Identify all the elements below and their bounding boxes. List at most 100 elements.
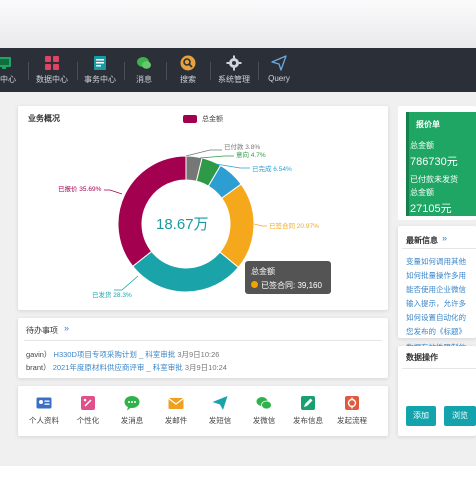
- nav-item-search[interactable]: 搜索: [168, 48, 208, 92]
- quick-action-send-wechat[interactable]: 发微信: [244, 395, 284, 426]
- slice-label-signed: 已签合同 20.97%: [269, 223, 319, 230]
- todo-row[interactable]: brant） 2021年度原材料供应商评审 _ 科室审批 3月9日10:24: [26, 362, 227, 373]
- paper-plane-icon: [271, 55, 287, 71]
- id-card-icon: [36, 397, 52, 409]
- nav-divider: [166, 62, 167, 80]
- edit-icon: [301, 396, 315, 410]
- nav-item-label: 消息: [136, 75, 152, 84]
- nav-item-label: 事务中心: [84, 75, 116, 84]
- label-leader-line: [104, 189, 123, 195]
- quick-action-label: 个人资料: [29, 416, 59, 425]
- slice-label-quoted: 已报价 35.69%: [58, 186, 102, 193]
- chevron-right-icon[interactable]: »: [442, 233, 447, 243]
- news-item[interactable]: 您发布的《标题》: [406, 326, 466, 337]
- quick-action-label: 发起流程: [337, 416, 367, 425]
- todo-date: 3月9日10:24: [184, 363, 227, 372]
- slice-label-completed: 已完成 6.54%: [252, 166, 292, 173]
- nav-item-messages[interactable]: 消息: [124, 48, 164, 92]
- divider: [402, 248, 476, 249]
- nav-item-label: 搜索: [180, 75, 196, 84]
- nav-item-label: 系统管理: [218, 75, 250, 84]
- notebook-icon: [94, 56, 106, 70]
- quick-action-profile[interactable]: 个人资料: [24, 395, 64, 426]
- label-leader-line: [199, 155, 234, 159]
- accent-bar: [406, 112, 409, 216]
- divider: [24, 340, 382, 341]
- monitor-icon: [0, 57, 11, 69]
- quote-amount-value: 27105元: [410, 203, 452, 215]
- nav-item-label: Query: [268, 74, 290, 83]
- chat-icon: [137, 57, 151, 69]
- label-leader-line: [253, 223, 267, 227]
- quick-action-send-sms[interactable]: 发短信: [200, 395, 240, 426]
- donut-chart[interactable]: [18, 106, 388, 310]
- label-leader-line: [114, 275, 139, 291]
- todo-date: 3月9日10:26: [177, 350, 220, 359]
- nav-item-label: 数据中心: [36, 75, 68, 84]
- quick-action-start-workflow[interactable]: 发起流程: [332, 395, 372, 426]
- todo-item-link[interactable]: 2021年度原材料供应商评审 _ 科室审批: [53, 363, 183, 372]
- data-operations-card: 数据操作 添加 浏览: [398, 346, 476, 436]
- quick-action-label: 发布信息: [293, 416, 323, 425]
- todo-item-link[interactable]: H330D项目专项采购计划 _ 科室审批: [54, 350, 176, 359]
- nav-item-query[interactable]: Query: [258, 48, 300, 92]
- quick-action-publish-info[interactable]: 发布信息: [288, 395, 328, 426]
- quote-total-label: 总金额: [410, 141, 434, 150]
- chat-bubble-icon: [124, 396, 140, 411]
- paper-plane-icon: [212, 396, 228, 410]
- top-navbar: 息中心 数据中心 事务中心 消息 搜索 系统管理: [0, 48, 476, 92]
- grid-icon: [45, 56, 59, 70]
- quote-title: 报价单: [416, 120, 440, 129]
- donut-slice-已报价[interactable]: [117, 155, 187, 268]
- quick-action-label: 发消息: [120, 416, 144, 425]
- quote-unpaid-label: 已付款未发货: [410, 175, 458, 184]
- todo-row[interactable]: gavin） H330D项目专项采购计划 _ 科室审批 3月9日10:26: [26, 349, 219, 360]
- todo-user: brant）: [26, 363, 51, 372]
- label-leader-line: [185, 149, 222, 157]
- tooltip-title: 总金额: [251, 267, 275, 276]
- business-overview-card: 业务概况 总金额 18.67万 已付款 3.8% 意向 4.7% 已完成 6.5…: [18, 106, 388, 310]
- nav-item-message-center[interactable]: 息中心: [0, 48, 26, 92]
- donut-center-total: 18.67万: [156, 216, 209, 233]
- search-icon: [180, 55, 196, 71]
- donut-slice-已发货[interactable]: [132, 250, 240, 293]
- quick-action-label: 个性化: [76, 416, 100, 425]
- nav-divider: [210, 62, 211, 80]
- chevron-right-icon[interactable]: »: [64, 323, 69, 333]
- quote-total-value: 786730元: [410, 156, 458, 168]
- quick-action-send-message[interactable]: 发消息: [112, 395, 152, 426]
- bottom-strip: [0, 466, 476, 477]
- news-item[interactable]: 如何批量操作多用: [406, 270, 466, 281]
- news-item[interactable]: 输入提示，允许多: [406, 298, 466, 309]
- divider: [402, 368, 476, 369]
- todo-user: gavin）: [26, 350, 52, 359]
- quick-action-personalize[interactable]: 个性化: [68, 395, 108, 426]
- quote-amount-label: 总金额: [410, 188, 434, 197]
- wechat-icon: [256, 397, 272, 410]
- window-header-background: [0, 0, 476, 48]
- nav-item-affairs-center[interactable]: 事务中心: [78, 48, 122, 92]
- tooltip-value: 已签合同: 39,160: [261, 281, 322, 290]
- news-item[interactable]: 如何设置自动化的: [406, 312, 466, 323]
- news-item[interactable]: 能否使用企业微信: [406, 284, 466, 295]
- tooltip-color-dot: [251, 281, 258, 288]
- quick-action-label: 发微信: [252, 416, 276, 425]
- quick-action-send-email[interactable]: 发邮件: [156, 395, 196, 426]
- quote-summary-card[interactable]: 报价单 总金额 786730元 已付款未发货 总金额 27105元: [406, 112, 476, 216]
- card-title: 待办事项: [26, 326, 58, 335]
- nav-item-label: 息中心: [0, 75, 16, 84]
- quick-action-label: 发邮件: [164, 416, 188, 425]
- chart-tooltip: 总金额 已签合同: 39,160: [245, 261, 331, 294]
- quick-action-label: 发短信: [208, 416, 232, 425]
- donut-slice-已签合同[interactable]: [219, 183, 255, 269]
- add-button[interactable]: 添加: [406, 406, 436, 426]
- slice-label-shipped: 已发货 28.3%: [92, 292, 132, 299]
- quick-actions-card: 个人资料 个性化 发消息 发邮件 发短信 发微信 发布信息 发起流程: [18, 386, 388, 436]
- card-title: 数据操作: [406, 353, 438, 362]
- browse-button[interactable]: 浏览: [444, 406, 476, 426]
- news-item[interactable]: 变量如何调用其他: [406, 256, 466, 267]
- workflow-icon: [345, 396, 359, 410]
- nav-item-system-management[interactable]: 系统管理: [212, 48, 256, 92]
- envelope-icon: [168, 397, 184, 409]
- nav-item-data-center[interactable]: 数据中心: [30, 48, 74, 92]
